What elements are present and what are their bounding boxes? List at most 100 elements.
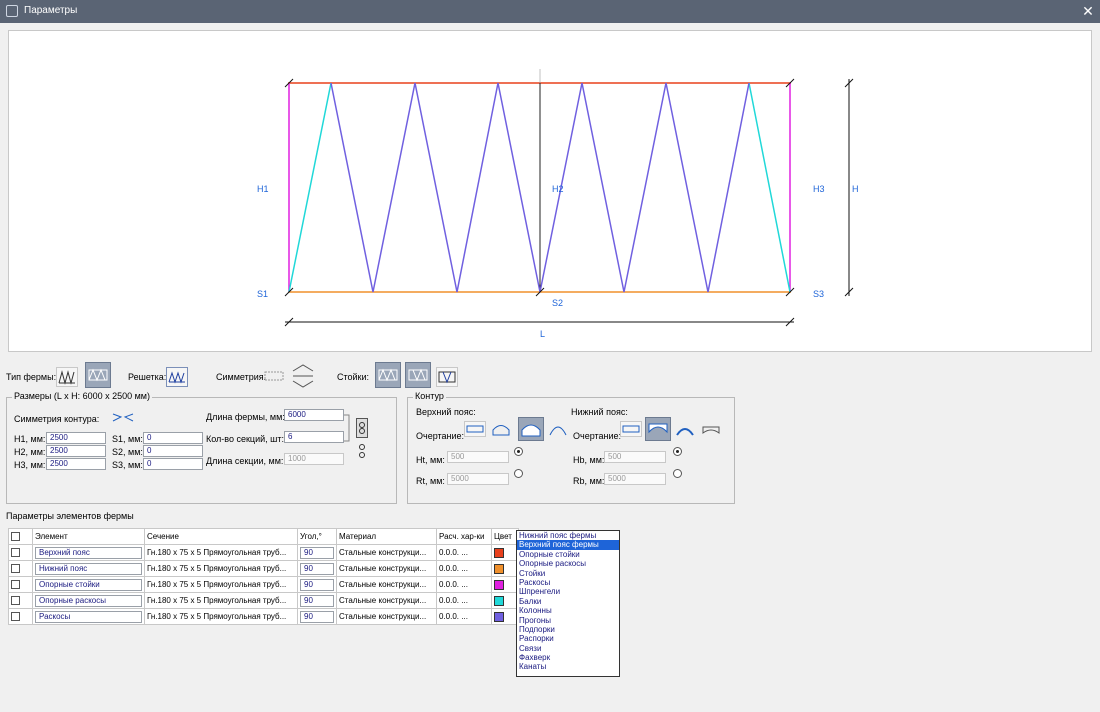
select-all-checkbox[interactable] [11,532,20,542]
table-row[interactable]: Раскосы Гн.180 x 75 x 5 Прямоугольная тр… [8,608,519,625]
element-section[interactable]: Гн.180 x 75 x 5 Прямоугольная труб... [144,544,298,561]
s3-input[interactable]: 0 [143,458,203,470]
top-outline-straight-button[interactable] [464,421,486,437]
symmetry-on-button[interactable] [291,363,314,389]
element-section[interactable]: Гн.180 x 75 x 5 Прямоугольная труб... [144,560,298,577]
element-angle[interactable]: 90 [300,578,334,591]
calc-more-button[interactable]: ... [461,564,468,573]
dropdown-item[interactable]: Фахверк [517,653,619,662]
calc-more-button[interactable]: ... [461,580,468,589]
h3-input[interactable]: 2500 [46,458,106,470]
rb-radio[interactable] [673,469,682,478]
truss-length-input[interactable]: 6000 [284,409,344,421]
table-row[interactable]: Верхний пояс Гн.180 x 75 x 5 Прямоугольн… [8,544,519,561]
row-checkbox[interactable] [11,612,20,622]
dropdown-item[interactable]: Нижний пояс фермы [517,531,619,540]
dropdown-item[interactable]: Опорные раскосы [517,559,619,568]
s1-input[interactable]: 0 [143,432,203,444]
posts-none-button[interactable] [436,367,458,387]
calc-more-button[interactable]: ... [461,596,468,605]
dropdown-item[interactable]: Балки [517,597,619,606]
rb-input[interactable]: 5000 [604,473,666,485]
element-name[interactable]: Верхний пояс [35,546,142,559]
element-calc: 0.0.0. [439,612,460,621]
unlink-button[interactable] [357,442,367,460]
support-brace-right [748,82,791,293]
outline-half-icon [549,426,567,436]
row-checkbox[interactable] [11,564,20,574]
table-row[interactable]: Опорные раскосы Гн.180 x 75 x 5 Прямоуго… [8,592,519,609]
rt-input[interactable]: 5000 [447,473,509,485]
element-angle[interactable]: 90 [300,594,334,607]
element-type-dropdown[interactable]: Нижний пояс фермы Верхний пояс фермы Опо… [516,530,620,677]
dropdown-item-selected[interactable]: Верхний пояс фермы [517,540,619,550]
element-material[interactable]: Стальные конструкци... [336,608,437,625]
dropdown-item[interactable]: Опорные стойки [517,550,619,559]
dropdown-item[interactable]: Связи [517,644,619,653]
element-angle[interactable]: 90 [300,610,334,623]
ht-radio[interactable] [514,447,523,456]
dropdown-item[interactable]: Подпорки [517,625,619,634]
calc-more-button[interactable]: ... [461,612,468,621]
ht-input[interactable]: 500 [447,451,509,463]
dropdown-item[interactable]: Раскосы [517,578,619,587]
element-material[interactable]: Стальные конструкци... [336,576,437,593]
element-name[interactable]: Нижний пояс [35,562,142,575]
section-count-input[interactable]: 6 [284,431,344,443]
section-length-input[interactable]: 1000 [284,453,344,465]
hb-radio[interactable] [673,447,682,456]
element-material[interactable]: Стальные конструкци... [336,592,437,609]
bottom-outline-half-button[interactable] [700,421,722,437]
posts-both-button[interactable] [375,362,401,388]
dropdown-item[interactable]: Прогоны [517,616,619,625]
row-checkbox[interactable] [11,596,20,606]
element-name[interactable]: Опорные раскосы [35,594,142,607]
bottom-outline-arch-button[interactable] [674,421,696,437]
element-angle[interactable]: 90 [300,546,334,559]
posts-left-button[interactable] [405,362,431,388]
color-swatch[interactable] [494,563,504,574]
top-outline-arch-button[interactable] [490,421,512,437]
element-section[interactable]: Гн.180 x 75 x 5 Прямоугольная труб... [144,608,298,625]
color-swatch[interactable] [494,579,504,590]
truss-type-rect-button[interactable] [85,362,111,388]
color-swatch[interactable] [494,611,504,622]
color-swatch[interactable] [494,595,504,606]
dropdown-item[interactable]: Колонны [517,606,619,615]
row-checkbox[interactable] [11,548,20,558]
element-material[interactable]: Стальные конструкци... [336,560,437,577]
lattice-button[interactable] [166,367,188,387]
table-row[interactable]: Нижний пояс Гн.180 x 75 x 5 Прямоугольна… [8,560,519,577]
element-name[interactable]: Раскосы [35,610,142,623]
table-row[interactable]: Опорные стойки Гн.180 x 75 x 5 Прямоугол… [8,576,519,593]
close-button[interactable]: ✕ [1080,3,1096,19]
bottom-outline-straight-button[interactable] [620,421,642,437]
dropdown-item[interactable]: Стойки [517,569,619,578]
lattice-icon [168,371,185,384]
dropdown-item[interactable]: Распорки [517,634,619,643]
truss-type-label: Тип фермы: [6,372,57,382]
top-outline-segment-button[interactable] [518,417,544,441]
h2-input[interactable]: 2500 [46,445,106,457]
element-material[interactable]: Стальные конструкци... [336,544,437,561]
rt-radio[interactable] [514,469,523,478]
element-name[interactable]: Опорные стойки [35,578,142,591]
dropdown-item[interactable]: Шпренгели [517,587,619,596]
symmetry-off-button[interactable] [263,367,285,387]
s2-input[interactable]: 0 [143,445,203,457]
header-select-all[interactable] [8,528,33,545]
calc-more-button[interactable]: ... [461,548,468,557]
element-section[interactable]: Гн.180 x 75 x 5 Прямоугольная труб... [144,592,298,609]
element-angle[interactable]: 90 [300,562,334,575]
link-toggle-button[interactable] [356,418,368,438]
color-swatch[interactable] [494,547,504,558]
contour-symmetry-button[interactable] [111,410,135,424]
hb-input[interactable]: 500 [604,451,666,463]
element-section[interactable]: Гн.180 x 75 x 5 Прямоугольная труб... [144,576,298,593]
row-checkbox[interactable] [11,580,20,590]
truss-type-trapezoid-button[interactable] [56,367,78,387]
bottom-outline-segment-button[interactable] [645,417,671,441]
h1-input[interactable]: 2500 [46,432,106,444]
dropdown-item[interactable]: Канаты [517,662,619,671]
top-outline-half-button[interactable] [547,421,569,437]
